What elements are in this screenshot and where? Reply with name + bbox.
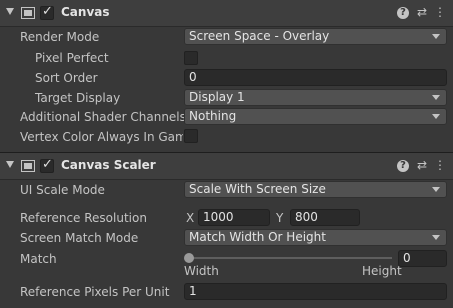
ui-scale-mode-label: UI Scale Mode (20, 183, 105, 197)
preset-settings-icon[interactable]: ⇄ (415, 5, 429, 19)
ui-scale-mode-value: Scale With Screen Size (189, 182, 326, 196)
target-display-dropdown[interactable]: Display 1 (184, 89, 447, 106)
target-display-label: Target Display (35, 91, 121, 105)
render-mode-label: Render Mode (20, 30, 100, 44)
reference-pixels-per-unit-field[interactable]: 1 (184, 283, 447, 300)
resolution-y-field[interactable]: 800 (290, 209, 360, 226)
target-display-value: Display 1 (189, 90, 245, 104)
match-slider-thumb[interactable] (184, 253, 194, 263)
sort-order-label: Sort Order (35, 71, 98, 85)
foldout-arrow-icon[interactable] (6, 8, 14, 15)
match-label: Match (20, 252, 57, 266)
match-min-label: Width (184, 264, 219, 278)
chevron-down-icon (432, 34, 440, 39)
chevron-down-icon (432, 114, 440, 119)
additional-shader-channels-label: Additional Shader Channels (20, 110, 186, 124)
vertex-color-label: Vertex Color Always In Gamm (20, 130, 183, 144)
canvas-scaler-component-icon (21, 160, 35, 172)
ui-scale-mode-dropdown[interactable]: Scale With Screen Size (184, 181, 447, 198)
canvas-title: Canvas (61, 5, 110, 19)
resolution-x-field[interactable]: 1000 (198, 209, 270, 226)
resolution-x-value: 1000 (203, 210, 234, 224)
sort-order-value: 0 (189, 70, 197, 84)
screen-match-mode-label: Screen Match Mode (20, 231, 139, 245)
canvas-component-icon (21, 7, 35, 19)
reference-pixels-per-unit-value: 1 (189, 284, 197, 298)
help-icon[interactable]: ? (397, 160, 409, 172)
canvas-enabled-checkbox[interactable] (40, 4, 54, 20)
additional-shader-channels-value: Nothing (189, 109, 237, 123)
sort-order-field[interactable]: 0 (184, 69, 447, 86)
match-value: 0 (403, 251, 411, 265)
chevron-down-icon (432, 95, 440, 100)
reference-resolution-label: Reference Resolution (20, 211, 147, 225)
render-mode-value: Screen Space - Overlay (189, 29, 330, 43)
resolution-y-value: 800 (295, 210, 318, 224)
canvas-scaler-enabled-checkbox[interactable] (40, 157, 54, 173)
chevron-down-icon (432, 235, 440, 240)
help-icon[interactable]: ? (397, 7, 409, 19)
screen-match-mode-dropdown[interactable]: Match Width Or Height (184, 229, 447, 246)
resolution-x-label[interactable]: X (186, 211, 194, 225)
pixel-perfect-label: Pixel Perfect (35, 51, 109, 65)
canvas-component-header[interactable]: Canvas ? ⇄ ⋮ (0, 0, 453, 27)
foldout-arrow-icon[interactable] (6, 161, 14, 168)
pixel-perfect-checkbox[interactable] (184, 51, 198, 65)
resolution-y-label[interactable]: Y (276, 211, 283, 225)
more-options-icon[interactable]: ⋮ (433, 158, 447, 172)
match-slider-track[interactable] (188, 257, 392, 259)
preset-settings-icon[interactable]: ⇄ (415, 158, 429, 172)
screen-match-mode-value: Match Width Or Height (189, 230, 326, 244)
canvas-scaler-title: Canvas Scaler (61, 158, 156, 172)
render-mode-dropdown[interactable]: Screen Space - Overlay (184, 28, 447, 45)
vertex-color-checkbox[interactable] (184, 129, 198, 143)
match-max-label: Height (362, 264, 402, 278)
match-value-field[interactable]: 0 (398, 250, 447, 267)
more-options-icon[interactable]: ⋮ (433, 5, 447, 19)
canvas-scaler-component-header[interactable]: Canvas Scaler ? ⇄ ⋮ (0, 153, 453, 180)
reference-pixels-per-unit-label: Reference Pixels Per Unit (20, 285, 170, 299)
chevron-down-icon (432, 187, 440, 192)
additional-shader-channels-dropdown[interactable]: Nothing (184, 108, 447, 125)
